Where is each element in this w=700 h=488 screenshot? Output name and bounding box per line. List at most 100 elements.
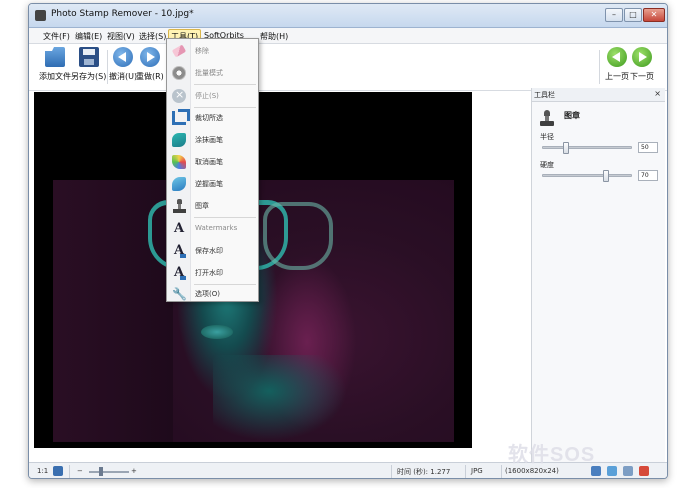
tools-menu-dropdown: 移除 批量模式 停止(S) 裁切所选 涂抹画笔 取消画笔 逆握画笔 图章 A W… [166,38,259,302]
fit-screen-icon[interactable] [53,466,63,476]
twitter-icon[interactable] [607,466,617,476]
eraser-icon [171,44,187,58]
tool-panel: 工具栏 × 图章 半径 50 硬度 70 [531,88,665,462]
window-title: Photo Stamp Remover - 10.jpg* [51,9,194,19]
menu-edit[interactable]: 编辑(E) [73,30,104,43]
zoom-ratio[interactable]: 1:1 [37,467,48,475]
menu-item-label: 逆握画笔 [195,180,223,188]
add-file-label: 添加文件 [39,72,71,81]
menu-item-options[interactable]: 🔧 选项(O) [167,284,259,304]
save-as-label: 另存为(S) [71,72,107,81]
close-button[interactable]: ✕ [643,8,665,22]
hardness-slider[interactable] [542,170,632,182]
add-file-button[interactable]: 添加文件 [39,47,71,82]
redo-button[interactable]: 重做(R) [136,47,164,82]
menu-separator [194,217,256,218]
redo-icon [139,47,160,67]
crop-icon [172,109,190,125]
radius-value-input[interactable]: 50 [638,142,658,153]
photo-neck [213,355,353,442]
zoom-out-icon[interactable]: − [77,467,83,475]
share-icon[interactable] [623,466,633,476]
menu-item-save-watermark[interactable]: A 保存水印 [167,241,259,261]
radius-slider[interactable] [542,142,632,154]
hardness-slider-thumb[interactable] [603,170,609,182]
menu-item-stamp[interactable]: 图章 [167,196,259,216]
menu-item-label: 选项(O) [195,290,220,298]
menu-item-label: 图章 [195,202,209,210]
panel-title: 工具栏 [534,91,555,99]
facebook-icon[interactable] [591,466,601,476]
undo-button[interactable]: 撤消(U) [109,47,137,82]
stamp-icon [540,110,554,126]
status-separator [465,465,466,478]
redo-label: 重做(R) [136,72,164,81]
reverse-brush-icon [172,177,186,191]
menu-item-open-watermark[interactable]: A 打开水印 [167,263,259,283]
cancel-brush-icon [172,155,186,169]
menu-item-watermarks[interactable]: A Watermarks [167,219,259,239]
zoom-slider[interactable] [89,471,129,473]
image-dimensions: (1600x820x24) [505,467,559,475]
prev-page-label: 上一页 [605,72,629,81]
zoom-slider-thumb[interactable] [99,467,103,476]
menu-item-label: 取消画笔 [195,158,223,166]
minimize-button[interactable]: – [605,8,623,22]
status-separator [69,465,70,478]
menu-item-label: 裁切所选 [195,114,223,122]
save-as-button[interactable]: 另存为(S) [71,47,106,82]
menu-item-batch-mode[interactable]: 批量模式 [167,63,259,83]
tool-name: 图章 [564,111,580,120]
menu-select[interactable]: 选择(S) [137,30,168,43]
menu-separator [194,84,256,85]
stamp-icon [172,199,186,213]
toolbar-separator [599,50,600,84]
photo-lips [201,325,233,339]
menu-item-label: 批量模式 [195,69,223,77]
next-page-icon [632,47,652,67]
folder-open-icon [45,47,65,67]
menu-item-label: 移除 [195,47,209,55]
menu-item-label: 停止(S) [195,92,219,100]
text-a-icon: A [173,221,185,236]
toolbar-separator [107,50,108,84]
radius-slider-thumb[interactable] [563,142,569,154]
photo-glasses-right [263,202,333,270]
menu-item-stop[interactable]: 停止(S) [167,86,259,106]
zoom-in-icon[interactable]: + [131,467,137,475]
menu-file[interactable]: 文件(F) [41,30,72,43]
title-bar: Photo Stamp Remover - 10.jpg* – □ ✕ [29,4,667,28]
save-watermark-icon: A [173,243,186,258]
panel-close-icon[interactable]: × [654,89,661,98]
save-icon [78,47,99,67]
hardness-label: 硬度 [540,161,554,169]
app-window: Photo Stamp Remover - 10.jpg* – □ ✕ 文件(F… [28,3,668,479]
menu-item-reverse-brush[interactable]: 逆握画笔 [167,174,259,194]
prev-page-button[interactable]: 上一页 [605,47,629,82]
menu-item-crop-selection[interactable]: 裁切所选 [167,108,259,128]
maximize-button[interactable]: □ [624,8,642,22]
status-separator [501,465,502,478]
menu-item-remove[interactable]: 移除 [167,41,259,61]
image-workarea[interactable] [29,92,527,460]
wrench-icon: 🔧 [172,287,187,301]
youtube-icon[interactable] [639,466,649,476]
menu-item-cancel-brush[interactable]: 取消画笔 [167,152,259,172]
menu-item-label: 涂抹画笔 [195,136,223,144]
radius-label: 半径 [540,133,554,141]
app-icon [35,10,46,21]
gear-icon [172,66,186,80]
next-page-label: 下一页 [630,72,654,81]
menu-help[interactable]: 帮助(H) [258,30,290,43]
open-watermark-icon: A [173,265,186,280]
stop-icon [172,88,186,103]
prev-page-icon [607,47,627,67]
menu-item-smear-brush[interactable]: 涂抹画笔 [167,130,259,150]
site-watermark: 软件SOS [508,444,596,466]
menu-item-label: 保存水印 [195,247,223,255]
next-page-button[interactable]: 下一页 [630,47,654,82]
undo-icon [113,47,134,67]
hardness-value-input[interactable]: 70 [638,170,658,181]
undo-label: 撤消(U) [109,72,138,81]
menu-view[interactable]: 视图(V) [105,30,137,43]
